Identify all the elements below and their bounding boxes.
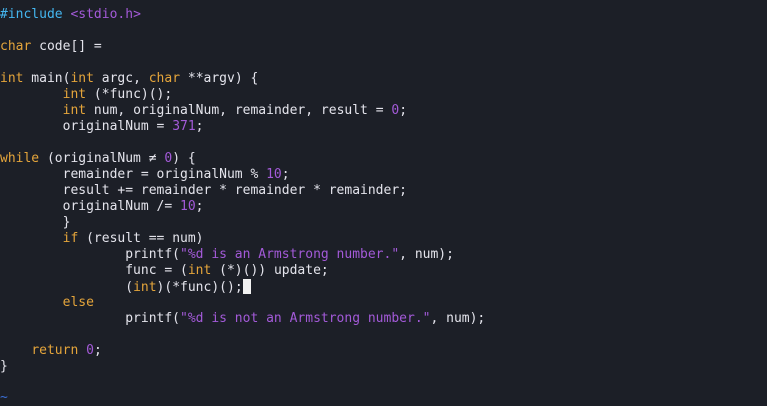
empty-line-marker: ~ xyxy=(0,390,8,405)
code-line[interactable]: char code[] = xyxy=(0,39,102,55)
code-token-number: 0 xyxy=(391,103,400,118)
code-token-keyword: while xyxy=(0,151,40,166)
code-token-default xyxy=(0,87,63,102)
code-token-number: 10 xyxy=(180,199,196,214)
code-token-default: ) { xyxy=(172,151,196,166)
code-token-default: func = ( xyxy=(0,263,188,278)
code-token-keyword: int xyxy=(133,280,157,295)
code-token-default xyxy=(78,343,86,358)
code-token-string: <stdio.h> xyxy=(70,7,141,22)
code-line[interactable]: else xyxy=(0,295,94,311)
code-token-keyword: else xyxy=(62,295,94,310)
code-token-string: "%d is an Armstrong number." xyxy=(180,247,400,262)
code-token-default xyxy=(0,343,31,358)
code-line[interactable]: originalNum /= 10; xyxy=(0,199,204,215)
code-token-number: 10 xyxy=(266,167,282,182)
code-token-default: ; xyxy=(195,199,204,214)
code-token-keyword: char xyxy=(148,71,181,86)
code-line[interactable]: (int)(*func)(); xyxy=(0,279,251,295)
code-token-default: , num); xyxy=(399,247,454,262)
code-token-string: "%d is not an Armstrong number." xyxy=(180,311,431,326)
code-line[interactable]: } xyxy=(0,215,71,231)
code-line[interactable]: if (result == num) xyxy=(0,231,204,247)
code-line[interactable]: int num, originalNum, remainder, result … xyxy=(0,103,407,119)
code-token-default: originalNum = xyxy=(0,119,173,134)
code-editor[interactable]: #include <stdio.h> char code[] = int main(… xyxy=(0,0,767,406)
code-token-default: printf( xyxy=(0,311,181,326)
code-token-default: } xyxy=(0,215,71,230)
code-token-keyword: int xyxy=(187,263,212,278)
code-token-default: argc, xyxy=(93,71,149,86)
code-line[interactable]: result += remainder * remainder * remain… xyxy=(0,183,407,199)
code-token-number: 371 xyxy=(172,119,196,134)
code-token-default: , num); xyxy=(430,311,486,326)
code-token-default: ; xyxy=(93,343,102,358)
code-token-default xyxy=(0,231,63,246)
code-token-default: originalNum /= xyxy=(0,199,181,214)
code-token-default: (originalNum ≠ xyxy=(39,151,165,166)
code-line[interactable]: printf("%d is an Armstrong number.", num… xyxy=(0,247,454,263)
code-line[interactable]: #include <stdio.h> xyxy=(0,7,141,23)
code-token-default: )(*func)(); xyxy=(156,280,243,295)
code-token-default: ( xyxy=(0,280,134,295)
code-token-preproc: #include xyxy=(0,7,71,22)
code-token-default xyxy=(0,295,63,310)
code-token-default xyxy=(0,103,63,118)
code-token-default: result += remainder * remainder * remain… xyxy=(0,183,407,198)
code-token-keyword: int xyxy=(62,87,87,102)
code-line[interactable]: printf("%d is not an Armstrong number.",… xyxy=(0,311,485,327)
code-token-default: main( xyxy=(23,71,71,86)
code-token-default: remainder = originalNum % xyxy=(0,167,267,182)
text-cursor xyxy=(242,279,251,294)
code-line[interactable]: int main(int argc, char **argv) { xyxy=(0,71,258,87)
code-token-number: 0 xyxy=(86,343,94,358)
code-token-keyword: int xyxy=(62,103,87,118)
code-line[interactable]: while (originalNum ≠ 0) { xyxy=(0,151,196,167)
code-token-keyword: int xyxy=(70,71,94,86)
code-token-default: } xyxy=(0,359,8,374)
code-token-default: **argv) { xyxy=(180,71,259,86)
code-token-default: ; xyxy=(399,103,408,118)
code-token-default: code[] = xyxy=(31,39,102,54)
code-token-keyword: return xyxy=(31,343,79,358)
code-line[interactable]: int (*func)(); xyxy=(0,87,173,103)
code-token-default: printf( xyxy=(0,247,181,262)
code-token-default: (*func)(); xyxy=(86,87,173,102)
code-line[interactable]: remainder = originalNum % 10; xyxy=(0,167,290,183)
code-line[interactable]: } xyxy=(0,359,8,375)
code-token-default: num, originalNum, remainder, result = xyxy=(86,103,392,118)
code-token-keyword: char xyxy=(0,39,32,54)
code-token-keyword: if xyxy=(62,231,79,246)
code-token-default: ; xyxy=(195,119,204,134)
code-token-keyword: int xyxy=(0,71,24,86)
code-token-default: ; xyxy=(281,167,290,182)
code-line[interactable]: originalNum = 371; xyxy=(0,119,204,135)
code-token-default: (result == num) xyxy=(78,231,204,246)
code-line[interactable]: func = (int (*)()) update; xyxy=(0,263,329,279)
code-line[interactable]: return 0; xyxy=(0,343,102,359)
code-token-default: (*)()) update; xyxy=(211,263,329,278)
